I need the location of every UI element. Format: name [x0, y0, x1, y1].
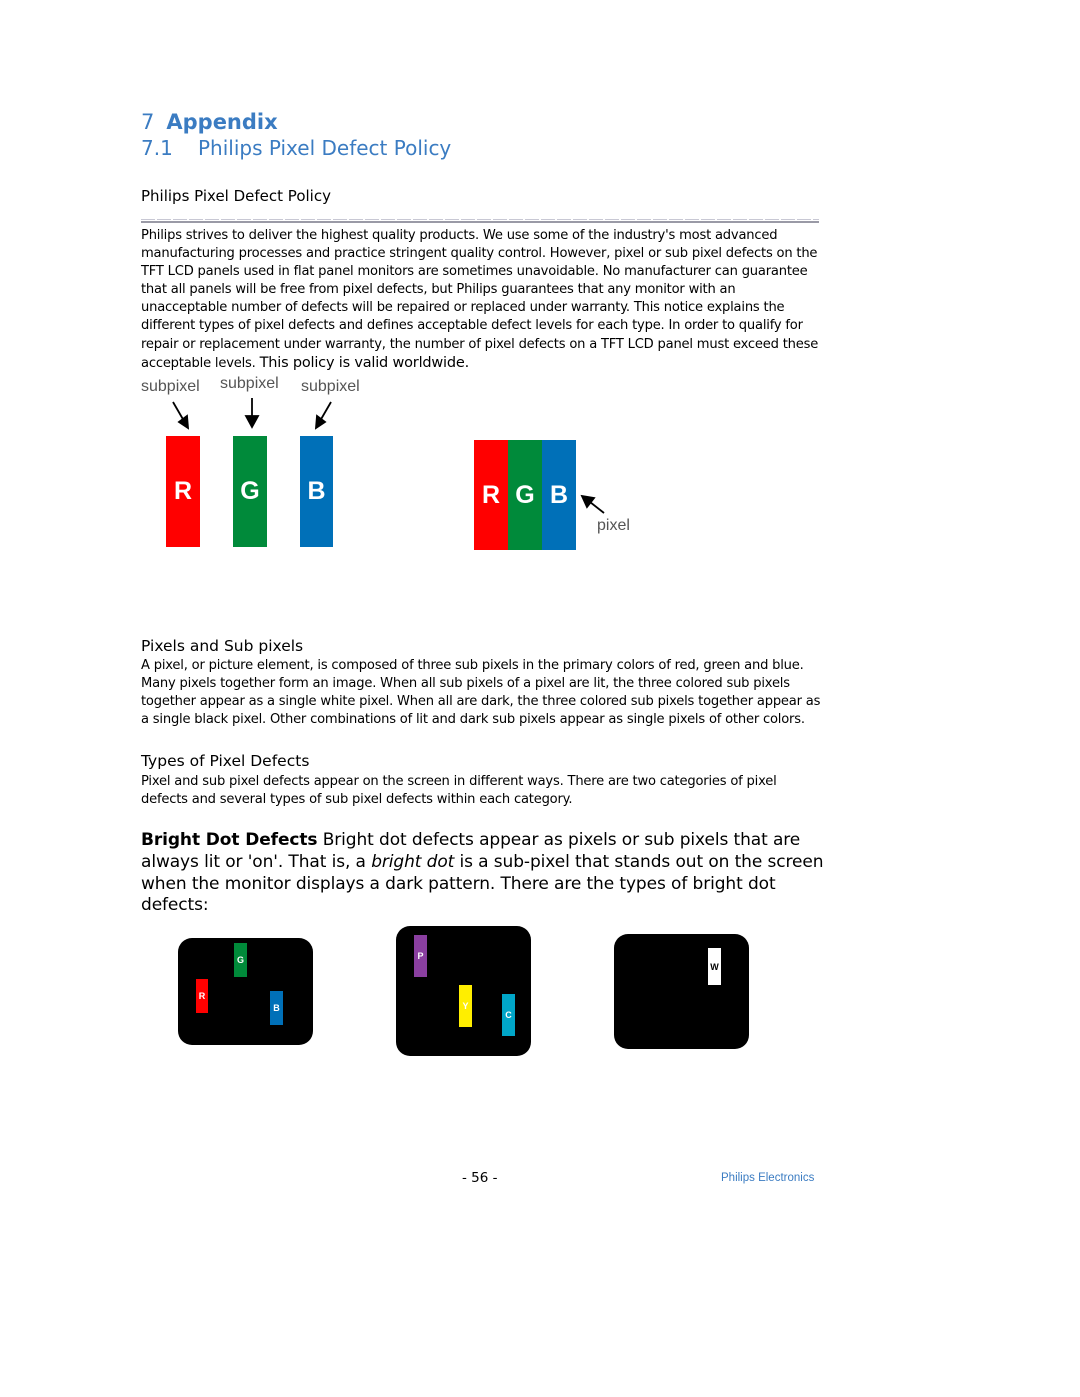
arrow-down-icon [244, 398, 260, 429]
types-paragraph: Pixel and sub pixel defects appear on th… [141, 774, 777, 808]
bright-dot-red: R [196, 979, 208, 1013]
bright-dot-cyan: C [502, 994, 515, 1036]
dot-letter: G [236, 955, 244, 965]
subpixel-bar-green: G [233, 436, 267, 547]
pixels-heading: Pixels and Sub pixels [141, 637, 304, 655]
types-heading: Types of Pixel Defects [141, 752, 310, 770]
bright-dot-white: W [708, 948, 721, 985]
bright-dot-paragraph: Bright Dot Defects Bright dot defects ap… [141, 830, 831, 917]
defect-panel-white: W [614, 934, 749, 1049]
bar-letter: G [240, 477, 260, 505]
defect-panel-pyc: P Y C [396, 926, 531, 1056]
dot-letter: C [505, 1010, 512, 1020]
bar-letter: R [481, 480, 501, 509]
bright-dot-blue: B [270, 991, 283, 1025]
bar-letter: G [515, 480, 535, 509]
footer-brand: Philips Electronics [721, 1172, 815, 1184]
pixel-segment-green: G [508, 440, 542, 550]
pixels-paragraph: A pixel, or picture element, is composed… [141, 658, 821, 728]
page-number: - 56 - [462, 1170, 498, 1186]
dot-letter: R [198, 991, 206, 1001]
dot-letter: W [710, 961, 719, 972]
arrow-down-left-icon [314, 401, 332, 430]
bright-dot-purple: P [414, 935, 427, 977]
pixel-label: pixel [597, 517, 630, 534]
pixel-segment-blue: B [542, 440, 576, 550]
bright-dot-green: G [234, 943, 247, 977]
subpixel-bar-blue: B [300, 436, 333, 547]
dot-letter: B [273, 1003, 280, 1013]
bar-letter: B [307, 477, 326, 505]
subpixel-bar-red: R [166, 436, 200, 547]
defect-panel-rgb: G R B [178, 938, 313, 1045]
bright-dot-italic: bright dot [371, 851, 455, 872]
pixel-segment-red: R [474, 440, 508, 550]
bright-dot-yellow: Y [459, 985, 472, 1027]
bar-letter: B [549, 480, 569, 509]
dot-letter: Y [462, 1001, 469, 1011]
arrow-up-left-icon [580, 494, 605, 514]
dot-letter: P [417, 951, 424, 961]
bar-letter: R [173, 477, 193, 505]
arrow-down-right-icon [172, 401, 190, 430]
bright-dot-title: Bright Dot Defects [141, 830, 318, 850]
